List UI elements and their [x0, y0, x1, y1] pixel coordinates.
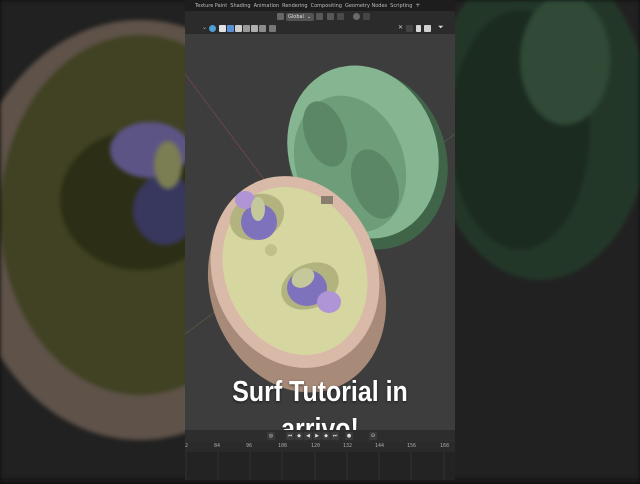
- snap-icon[interactable]: [327, 13, 334, 20]
- frame-label: 144: [375, 443, 385, 449]
- caption-line-1: Surf Tutorial in: [232, 376, 408, 408]
- sync-icon[interactable]: [406, 25, 413, 32]
- left-shade: [0, 0, 185, 480]
- filter-light-icon[interactable]: [251, 25, 258, 32]
- viewport-header: Global ⌄: [185, 11, 455, 23]
- 3d-viewport[interactable]: Surf Tutorial in arrivo!: [185, 34, 455, 445]
- frame-label: 96: [246, 443, 253, 449]
- filter-collection-icon[interactable]: [219, 25, 226, 32]
- tab-scripting[interactable]: Scripting: [390, 3, 412, 9]
- tab-animation[interactable]: Animation: [254, 3, 280, 9]
- timeline-ruler[interactable]: 72 84 96 108 120 132 144 156 168: [185, 442, 455, 452]
- record-icon[interactable]: ●: [345, 432, 353, 440]
- orientation-dropdown[interactable]: Global ⌄: [286, 13, 314, 21]
- tab-geometry-nodes[interactable]: Geometry Nodes: [345, 3, 387, 9]
- bookmark-icon[interactable]: [416, 25, 421, 32]
- right-shade: [455, 0, 640, 480]
- earbud-top-stem: [251, 197, 265, 221]
- timeline-header: ◎ ⏮ ◆ ◀ ▶ ◆ ⏭ ● ⊙: [185, 430, 455, 442]
- frame-label: 156: [407, 443, 417, 449]
- prev-key-icon[interactable]: ◆: [295, 432, 303, 440]
- keying-icon[interactable]: ⊙: [369, 432, 377, 440]
- pivot-icon[interactable]: [316, 13, 323, 20]
- jump-end-icon[interactable]: ⏭: [331, 432, 339, 440]
- snap-target-icon[interactable]: [337, 13, 344, 20]
- play-icon[interactable]: ▶: [313, 432, 321, 440]
- tab-compositing[interactable]: Compositing: [311, 3, 342, 9]
- earbud-bottom-tip: [317, 291, 341, 313]
- tray-button: [265, 244, 277, 256]
- timeline-grid: [185, 452, 445, 480]
- tab-shading[interactable]: Shading: [230, 3, 250, 9]
- frame-label: 72: [185, 443, 189, 449]
- display-mode-icon[interactable]: [209, 25, 216, 32]
- orientation-label: Global: [288, 14, 304, 20]
- filter-mesh-icon[interactable]: [235, 25, 242, 32]
- filter-other-icon[interactable]: [269, 25, 276, 32]
- filter-camera-icon[interactable]: [243, 25, 250, 32]
- transform-orientation-icon: [277, 13, 284, 20]
- chevron-down-icon[interactable]: ⌄: [202, 24, 207, 31]
- hinge: [321, 196, 333, 204]
- frame-label: 120: [311, 443, 321, 449]
- proportional-edit-icon[interactable]: [353, 13, 360, 20]
- jump-start-icon[interactable]: ⏮: [286, 432, 294, 440]
- falloff-icon[interactable]: [363, 13, 370, 20]
- blender-window: Texture Paint Shading Animation Renderin…: [185, 0, 455, 480]
- timeline-panel: ◎ ⏮ ◆ ◀ ▶ ◆ ⏭ ● ⊙ 72 84 96 108 120 132 1…: [185, 430, 455, 480]
- tab-rendering[interactable]: Rendering: [282, 3, 308, 9]
- frame-label: 168: [440, 443, 450, 449]
- frame-label: 84: [214, 443, 221, 449]
- clear-search-icon[interactable]: ✕: [398, 24, 403, 31]
- keyframe-icon[interactable]: ◎: [267, 432, 275, 440]
- filter-object-icon[interactable]: [227, 25, 234, 32]
- new-collection-icon[interactable]: [424, 25, 431, 32]
- chevron-down-icon: ⌄: [306, 14, 312, 20]
- filter-empty-icon[interactable]: [259, 25, 266, 32]
- next-key-icon[interactable]: ◆: [322, 432, 330, 440]
- play-reverse-icon[interactable]: ◀: [304, 432, 312, 440]
- earbud-case-model: [185, 65, 455, 393]
- frame-label: 108: [278, 443, 288, 449]
- filter-icon[interactable]: ⏷: [438, 23, 444, 32]
- frame-label: 132: [343, 443, 353, 449]
- workspace-tabs-bar: Texture Paint Shading Animation Renderin…: [185, 0, 455, 11]
- add-workspace-button[interactable]: +: [415, 2, 420, 9]
- tab-texture-paint[interactable]: Texture Paint: [195, 3, 227, 9]
